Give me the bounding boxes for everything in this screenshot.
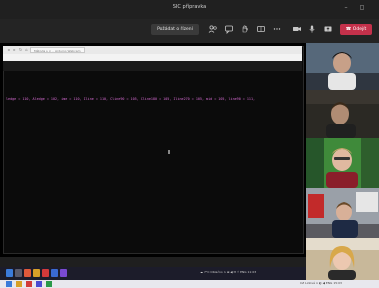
participant-video	[306, 238, 379, 280]
back-icon[interactable]: ◂	[6, 47, 11, 53]
app-icon[interactable]	[46, 281, 52, 287]
participant-tile[interactable]	[306, 90, 379, 138]
browser-tab[interactable]: Mětoda s × ·· Arduino Webcam	[30, 47, 85, 53]
app-icon[interactable]	[24, 269, 31, 277]
people-icon[interactable]	[208, 24, 218, 35]
search-icon[interactable]	[15, 269, 22, 277]
browser-icon[interactable]	[42, 269, 49, 277]
breakout-rooms-icon[interactable]	[256, 24, 266, 35]
window-title: SIC přípravka	[172, 4, 207, 10]
folder-icon[interactable]	[16, 281, 22, 287]
editor-menu-bar	[3, 61, 302, 71]
chat-icon[interactable]	[224, 24, 234, 35]
text-cursor	[168, 150, 170, 154]
windows-icon[interactable]	[6, 281, 12, 287]
leave-meeting-button[interactable]: ☎ Odejít	[340, 24, 372, 35]
forward-icon[interactable]: ▸	[12, 47, 17, 53]
folder-icon[interactable]	[33, 269, 40, 277]
camera-icon[interactable]	[292, 24, 302, 35]
system-tray: ☁ 7°C Oblačno ∧ ⊞ ◀ ✉ ⚡ ENG 11:03	[200, 270, 257, 274]
participant-tile[interactable]	[306, 188, 379, 238]
reload-icon[interactable]: ↻	[18, 47, 23, 53]
app-icon[interactable]	[51, 269, 58, 277]
minimize-button[interactable]: –	[341, 3, 351, 13]
phone-hangup-icon: ☎	[345, 27, 353, 32]
home-icon[interactable]: ⌂	[24, 47, 29, 53]
participant-tile[interactable]	[306, 138, 379, 188]
code-line: ledge = 110, Aledge = 102, ime = 110, Il…	[6, 97, 256, 101]
host-tray: CZ Lidová ∧ ◐ ◀ ENG 15:03	[300, 281, 342, 285]
window-title-bar: SIC přípravka – ◻	[0, 0, 379, 19]
more-options-icon[interactable]	[272, 24, 282, 35]
participant-video	[306, 90, 379, 138]
microphone-icon[interactable]	[307, 24, 317, 35]
reactions-icon[interactable]	[240, 24, 250, 35]
start-icon[interactable]	[6, 269, 13, 277]
participant-video	[306, 138, 379, 188]
maximize-button[interactable]: ◻	[357, 3, 367, 13]
app-icon[interactable]	[60, 269, 67, 277]
shared-editor-window	[3, 46, 304, 254]
participant-video	[306, 43, 379, 90]
participant-video	[306, 188, 379, 238]
app-icon[interactable]	[26, 281, 32, 287]
teams-icon[interactable]	[36, 281, 42, 287]
share-screen-icon[interactable]	[323, 24, 333, 35]
participant-tile[interactable]	[306, 43, 379, 90]
request-control-button[interactable]: Požádat o řízení	[151, 24, 199, 35]
leave-label: Odejít	[352, 27, 367, 32]
participant-tile[interactable]	[306, 238, 379, 280]
